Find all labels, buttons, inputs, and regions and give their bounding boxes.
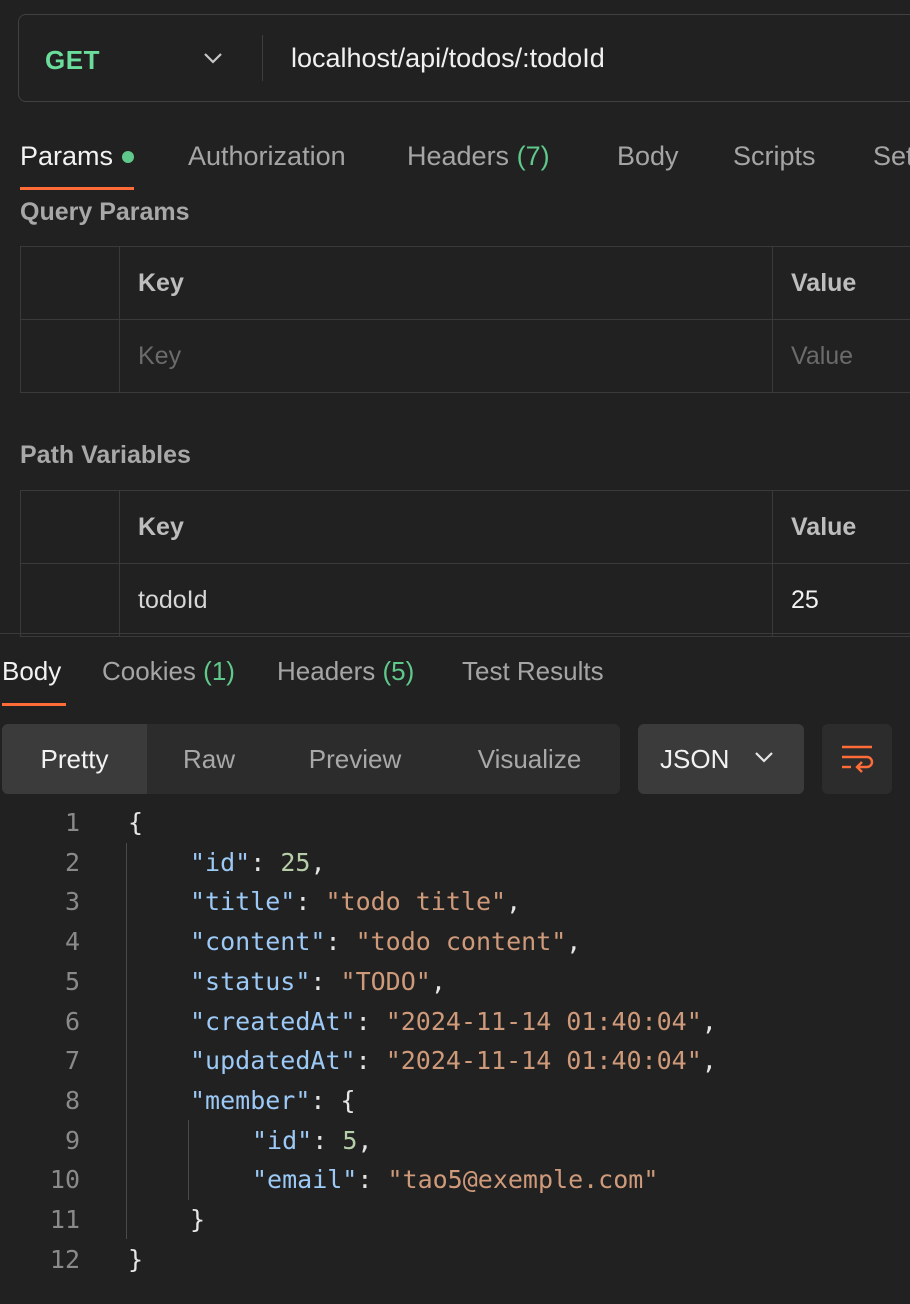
line-number: 12 xyxy=(49,1244,80,1274)
view-raw-button[interactable]: Raw xyxy=(147,724,271,794)
value-header: Value xyxy=(791,269,857,297)
code-text: } xyxy=(190,1205,206,1234)
code-text: "createdAt": "2024-11-14 01:40:04", xyxy=(190,1006,717,1036)
query-key-input[interactable]: Key xyxy=(120,320,773,392)
value-placeholder: Value xyxy=(791,342,854,370)
method-select[interactable]: GET xyxy=(45,45,100,76)
response-tab-body[interactable]: Body xyxy=(2,656,61,687)
url-bar: GET localhost/api/todos/:todoId xyxy=(18,14,910,102)
code-text: { xyxy=(128,808,144,837)
code-text: "content": "todo content", xyxy=(190,927,582,957)
response-tab-headers[interactable]: Headers (5) xyxy=(277,656,414,687)
code-text: "id": 5, xyxy=(252,1125,373,1155)
response-headers-count: (5) xyxy=(382,656,415,686)
code-line: 8 "member": { xyxy=(0,1081,910,1121)
tab-body[interactable]: Body xyxy=(617,141,679,172)
chevron-down-icon[interactable] xyxy=(203,51,223,70)
path-key-cell: todoId xyxy=(120,564,773,636)
tab-scripts[interactable]: Scripts xyxy=(733,141,816,172)
code-line: 5 "status": "TODO", xyxy=(0,962,910,1002)
cookies-label: Cookies xyxy=(102,656,196,686)
line-number: 10 xyxy=(49,1165,80,1195)
line-number: 6 xyxy=(64,1006,80,1036)
query-params-table: Key Value Key Value xyxy=(20,246,910,393)
tab-headers[interactable]: Headers (7) xyxy=(407,141,550,172)
line-number: 11 xyxy=(49,1205,80,1234)
path-value-input[interactable]: 25 xyxy=(773,564,910,636)
path-key: todoId xyxy=(138,586,208,614)
code-text: "updatedAt": "2024-11-14 01:40:04", xyxy=(190,1046,717,1076)
response-tab-test-results[interactable]: Test Results xyxy=(462,656,604,687)
table-row: todoId 25 xyxy=(21,564,910,637)
active-tab-indicator xyxy=(20,187,134,190)
code-line: 4 "content": "todo content", xyxy=(0,922,910,962)
path-variables-title: Path Variables xyxy=(20,441,191,469)
query-params-title: Query Params xyxy=(20,198,190,226)
wrap-lines-button[interactable] xyxy=(822,724,892,794)
line-number: 9 xyxy=(64,1125,80,1155)
view-mode-selector: Pretty Raw Preview Visualize xyxy=(2,724,620,794)
tab-authorization[interactable]: Authorization xyxy=(188,141,346,172)
key-header: Key xyxy=(138,269,184,297)
view-visualize-button[interactable]: Visualize xyxy=(439,724,620,794)
code-text: "title": "todo title", xyxy=(190,887,522,917)
url-input[interactable]: localhost/api/todos/:todoId xyxy=(291,43,605,74)
code-text: "id": 25, xyxy=(190,847,326,877)
line-number: 7 xyxy=(64,1046,80,1076)
code-text: "member": { xyxy=(190,1085,356,1115)
code-text: "email": "tao5@exemple.com" xyxy=(252,1165,659,1195)
code-line: 10 "email": "tao5@exemple.com" xyxy=(0,1160,910,1200)
response-tab-cookies[interactable]: Cookies (1) xyxy=(102,656,235,687)
tab-settings[interactable]: Set xyxy=(873,141,910,172)
code-line: 12} xyxy=(0,1240,910,1280)
headers-count: (7) xyxy=(516,141,550,171)
view-pretty-button[interactable]: Pretty xyxy=(2,724,147,794)
table-header-row: Key Value xyxy=(21,491,910,564)
line-number: 8 xyxy=(64,1085,80,1115)
code-line: 7 "updatedAt": "2024-11-14 01:40:04", xyxy=(0,1041,910,1081)
line-number: 5 xyxy=(64,966,80,996)
code-line: 6 "createdAt": "2024-11-14 01:40:04", xyxy=(0,1002,910,1042)
code-line: 11} xyxy=(0,1200,910,1240)
text-wrap-icon xyxy=(842,745,874,773)
tab-headers-label: Headers xyxy=(407,141,510,171)
table-row: Key Value xyxy=(21,320,910,393)
code-text: "status": "TODO", xyxy=(190,966,446,996)
chevron-down-icon xyxy=(754,750,774,769)
key-header: Key xyxy=(138,513,184,541)
format-label: JSON xyxy=(660,744,730,774)
path-value: 25 xyxy=(791,586,819,614)
cookies-count: (1) xyxy=(203,656,235,686)
path-variables-table: Key Value todoId 25 xyxy=(20,490,910,637)
code-line: 1{ xyxy=(0,803,910,843)
params-active-dot xyxy=(122,151,134,163)
value-header: Value xyxy=(791,513,857,541)
code-line: 3 "title": "todo title", xyxy=(0,882,910,922)
line-number: 4 xyxy=(64,927,80,957)
line-number: 3 xyxy=(64,887,80,917)
key-placeholder: Key xyxy=(138,342,182,370)
code-line: 9 "id": 5, xyxy=(0,1121,910,1161)
view-preview-button[interactable]: Preview xyxy=(271,724,439,794)
tab-params[interactable]: Params xyxy=(20,141,113,172)
url-divider xyxy=(262,35,263,81)
code-text: } xyxy=(128,1244,144,1274)
format-select[interactable]: JSON xyxy=(638,724,804,794)
code-line: 2 "id": 25, xyxy=(0,843,910,883)
line-number: 2 xyxy=(64,847,80,877)
response-headers-label: Headers xyxy=(277,656,376,686)
table-header-row: Key Value xyxy=(21,247,910,320)
pane-divider[interactable] xyxy=(0,633,910,634)
line-number: 1 xyxy=(64,808,80,837)
response-active-tab-indicator xyxy=(2,703,66,706)
query-value-input[interactable]: Value xyxy=(773,320,910,392)
